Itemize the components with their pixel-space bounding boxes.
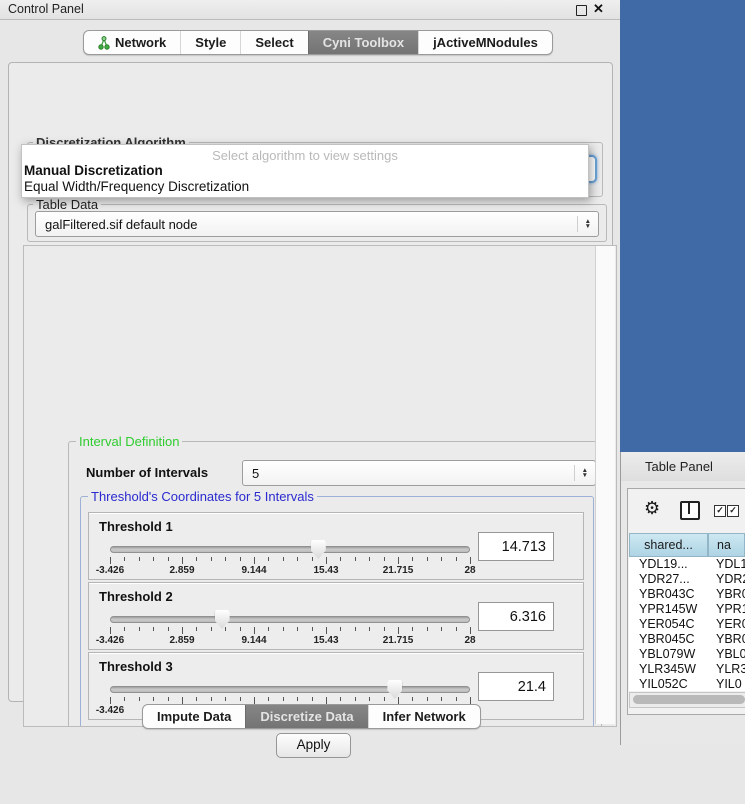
table-panel-titlebar: Table Panel xyxy=(621,452,745,482)
tab-jactivemnodules[interactable]: jActiveMNodules xyxy=(418,31,552,54)
settings-scrollbar[interactable] xyxy=(595,246,615,724)
dropdown-items: Manual DiscretizationEqual Width/Frequen… xyxy=(22,163,588,195)
column-header-shared-name[interactable]: shared... xyxy=(629,533,708,557)
table-data-label: Table Data xyxy=(33,197,101,212)
float-window-icon[interactable] xyxy=(576,5,587,16)
slider-track[interactable] xyxy=(110,546,470,553)
app-root: Control Panel ✕ NetworkStyleSelectCyni T… xyxy=(0,0,745,745)
table-row[interactable]: YBR043CYBR0 xyxy=(629,587,745,602)
dropdown-placeholder: Select algorithm to view settings xyxy=(22,145,588,163)
table-data-combobox[interactable]: galFiltered.sif default node ▲ ▼ xyxy=(35,211,599,237)
threshold-slider[interactable] xyxy=(110,543,470,555)
threshold-panel: Threshold 1 -3.4262.8599.14415.4321.7152… xyxy=(88,512,584,580)
node-table: shared... na YDL19...YDL1YDR27...YDR2YBR… xyxy=(629,533,745,691)
table-row[interactable]: YPR145WYPR1 xyxy=(629,602,745,617)
tab-select[interactable]: Select xyxy=(240,31,307,54)
table-row[interactable]: YLR345WYLR3 xyxy=(629,662,745,677)
dropdown-item[interactable]: Manual Discretization xyxy=(22,163,588,179)
network-desktop: GAL80GCGAL11GAL4GCY1HHAP2 xyxy=(620,0,745,452)
threshold-slider[interactable] xyxy=(110,613,470,625)
threshold-panel: Threshold 2 -3.4262.8599.14415.4321.7152… xyxy=(88,582,584,650)
threshold-value-field[interactable]: 6.316 xyxy=(478,602,554,631)
table-row[interactable]: YDL19...YDL1 xyxy=(629,557,745,572)
tab-infer-network[interactable]: Infer Network xyxy=(368,705,480,728)
panel-title: Control Panel xyxy=(8,2,84,16)
table-row[interactable]: YDR27...YDR2 xyxy=(629,572,745,587)
table-panel-title: Table Panel xyxy=(645,459,713,474)
threshold-label: Threshold 3 xyxy=(99,659,173,674)
checkbox-icon[interactable]: ✓ xyxy=(727,505,739,517)
threshold-value-field[interactable]: 21.4 xyxy=(478,672,554,701)
tab-style[interactable]: Style xyxy=(180,31,240,54)
thresholds-group-label: Threshold's Coordinates for 5 Intervals xyxy=(88,489,317,504)
table-row[interactable]: YIL052CYIL0 xyxy=(629,677,745,692)
network-graph-icon xyxy=(98,36,110,50)
cyni-toolbox-panel: Discretization Algorithm Select algorith… xyxy=(8,62,613,702)
columns-icon[interactable] xyxy=(680,501,700,520)
table-toolbar: ⚙ ✓ ✓ xyxy=(630,496,745,526)
top-tab-bar: NetworkStyleSelectCyni ToolboxjActiveMNo… xyxy=(83,30,553,55)
slider-ticks xyxy=(110,557,470,565)
control-panel-titlebar: Control Panel ✕ xyxy=(0,0,620,20)
table-row[interactable]: YER054CYER0 xyxy=(629,617,745,632)
threshold-slider[interactable] xyxy=(110,683,470,695)
slider-track[interactable] xyxy=(110,686,470,693)
apply-button[interactable]: Apply xyxy=(276,733,351,758)
control-panel-window: Control Panel ✕ NetworkStyleSelectCyni T… xyxy=(0,0,621,745)
bottom-tab-bar: Impute DataDiscretize DataInfer Network xyxy=(142,704,481,729)
interval-definition-label: Interval Definition xyxy=(76,434,182,449)
table-row[interactable]: YBR045CYBR0 xyxy=(629,632,745,647)
checkbox-icon[interactable]: ✓ xyxy=(714,505,726,517)
number-of-intervals-label: Number of Intervals xyxy=(86,465,208,480)
stepper-arrows-icon[interactable]: ▲ ▼ xyxy=(574,465,595,482)
table-hscrollbar[interactable] xyxy=(629,692,745,708)
slider-tick-labels: -3.4262.8599.14415.4321.71528 xyxy=(110,635,470,646)
close-icon[interactable]: ✕ xyxy=(593,1,604,17)
slider-ticks xyxy=(110,627,470,635)
dropdown-item[interactable]: Equal Width/Frequency Discretization xyxy=(22,179,588,195)
number-of-intervals-value: 5 xyxy=(243,466,574,481)
algorithm-dropdown-popup: Select algorithm to view settings Manual… xyxy=(21,144,589,198)
gear-icon[interactable]: ⚙ xyxy=(644,499,660,517)
slider-track[interactable] xyxy=(110,616,470,623)
threshold-label: Threshold 2 xyxy=(99,589,173,604)
number-of-intervals-combobox[interactable]: 5 ▲ ▼ xyxy=(242,460,596,486)
table-data-value: galFiltered.sif default node xyxy=(36,217,577,232)
table-hscrollbar-thumb[interactable] xyxy=(633,695,745,704)
tab-discretize-data[interactable]: Discretize Data xyxy=(245,705,367,728)
tab-network[interactable]: Network xyxy=(84,31,180,54)
tab-cyni-toolbox[interactable]: Cyni Toolbox xyxy=(308,31,418,54)
column-header-name[interactable]: na xyxy=(708,533,745,557)
stepper-arrows-icon[interactable]: ▲ ▼ xyxy=(577,216,598,233)
tab-impute-data[interactable]: Impute Data xyxy=(143,705,245,728)
slider-tick-labels: -3.4262.8599.14415.4321.71528 xyxy=(110,565,470,576)
threshold-value-field[interactable]: 14.713 xyxy=(478,532,554,561)
settings-scrollpane: Interval Definition Number of Intervals … xyxy=(23,245,617,727)
table-row[interactable]: YBL079WYBL0 xyxy=(629,647,745,662)
threshold-label: Threshold 1 xyxy=(99,519,173,534)
